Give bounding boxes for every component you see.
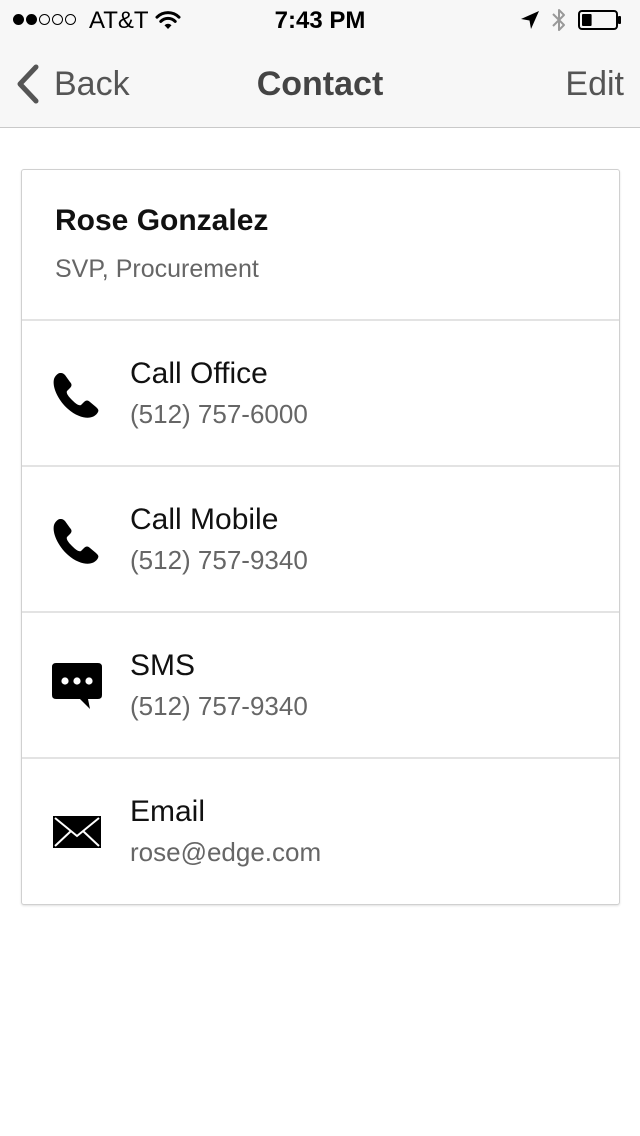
contact-name: Rose Gonzalez [55,204,269,237]
contact-header: Rose Gonzalez SVP, Procurement [22,170,619,321]
envelope-icon [53,816,101,848]
bluetooth-icon [552,9,565,31]
contact-job-title: SVP, Procurement [55,255,259,283]
status-time: 7:43 PM [274,7,366,34]
call-office-row[interactable]: Call Office (512) 757-6000 [22,321,619,467]
email-address: rose@edge.com [130,837,322,867]
call-office-label: Call Office [130,357,268,390]
sms-label: SMS [130,649,196,682]
mobile-phone-number: (512) 757-9340 [130,545,308,575]
sms-row[interactable]: SMS (512) 757-9340 [22,613,619,759]
call-mobile-row[interactable]: Call Mobile (512) 757-9340 [22,467,619,613]
office-phone-number: (512) 757-6000 [130,399,308,429]
navigation-bar: Back Contact Edit [0,40,640,128]
back-button-label: Back [54,65,130,103]
sms-phone-number: (512) 757-9340 [130,691,308,721]
chevron-left-icon [17,64,39,104]
email-label: Email [130,795,206,828]
location-arrow-icon [521,11,539,29]
call-mobile-label: Call Mobile [130,503,279,536]
phone-icon [53,519,99,564]
contact-card: Rose Gonzalez SVP, Procurement Call Offi… [21,169,620,905]
status-bar: AT&T 7:43 PM [0,0,640,40]
battery-icon [578,10,621,30]
back-button[interactable]: Back [14,62,130,106]
battery-level-fill [582,14,592,26]
edit-button[interactable]: Edit [565,64,624,104]
email-row[interactable]: Email rose@edge.com [22,759,619,904]
chat-bubble-icon [52,663,102,709]
top-bar: AT&T 7:43 PM Back Contact Edit [0,0,640,128]
phone-icon [53,373,99,418]
